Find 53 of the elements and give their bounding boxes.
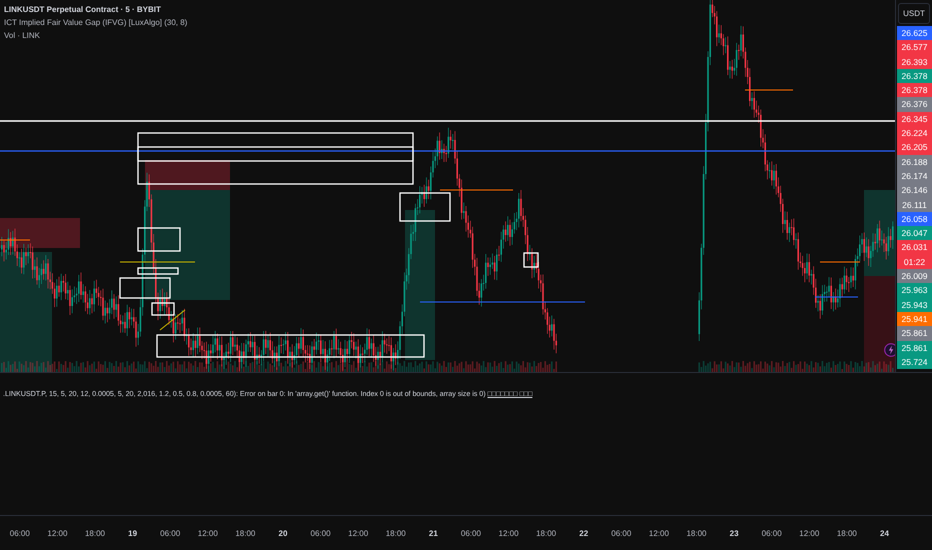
price-label: 25.724 bbox=[897, 354, 932, 370]
price-label: 25.963 bbox=[897, 283, 932, 298]
price-label: 26.047 bbox=[897, 226, 932, 240]
time-label: 06:00 bbox=[460, 528, 482, 538]
time-label: 18:00 bbox=[836, 528, 858, 538]
price-label: 26.625 bbox=[897, 26, 932, 40]
price-label: 26.376 bbox=[897, 97, 932, 112]
time-label: 06:00 bbox=[310, 528, 332, 538]
price-label: 26.009 bbox=[897, 269, 932, 284]
time-label: 06:00 bbox=[610, 528, 632, 538]
indicator-title: Vol · LINK bbox=[4, 31, 42, 41]
price-label: 25.941 bbox=[897, 312, 932, 326]
time-label: 18:00 bbox=[535, 528, 558, 538]
price-label: 26.174 bbox=[897, 168, 932, 184]
time-label: 12:00 bbox=[498, 528, 520, 538]
price-label: 25.861 bbox=[897, 326, 932, 341]
time-label: 19 bbox=[127, 528, 138, 538]
time-label: 12:00 bbox=[196, 528, 219, 538]
price-label: 26.188 bbox=[897, 154, 932, 169]
time-label: 18:00 bbox=[234, 528, 256, 538]
indicator-title: ICT Implied Fair Value Gap (IFVG) [LuxAlgo] (30, 8) bbox=[4, 18, 188, 28]
price-label: 26.378 bbox=[897, 83, 932, 98]
time-label: 18:00 bbox=[84, 528, 106, 538]
time-label: 06:00 bbox=[8, 528, 31, 538]
time-label: 18:00 bbox=[384, 528, 407, 538]
price-label: 26.146 bbox=[897, 183, 932, 198]
price-label: 26.393 bbox=[897, 54, 932, 69]
price-label: 25.861 bbox=[897, 340, 932, 355]
time-label: 12:00 bbox=[347, 528, 370, 538]
price-label: 25.943 bbox=[897, 298, 932, 312]
currency-button[interactable]: USDT bbox=[898, 3, 930, 24]
time-label: 12:00 bbox=[46, 528, 68, 538]
time-label: 12:00 bbox=[648, 528, 670, 538]
time-label: 23 bbox=[728, 528, 740, 538]
time-label: 21 bbox=[428, 528, 439, 538]
price-label: 26.345 bbox=[897, 112, 932, 126]
price-label: 26.031 bbox=[900, 241, 928, 254]
time-label: 18:00 bbox=[685, 528, 708, 538]
countdown-timer: 01:22 bbox=[902, 256, 926, 269]
time-label: 24 bbox=[879, 528, 890, 538]
symbol-title: LINKUSDT Perpetual Contract · 5 · BYBIT bbox=[4, 5, 162, 15]
time-label: 22 bbox=[578, 528, 590, 538]
price-label: 26.111 bbox=[897, 198, 932, 212]
price-label: 26.577 bbox=[897, 40, 932, 55]
price-label: 26.224 bbox=[897, 126, 932, 140]
time-label: 20 bbox=[278, 528, 288, 538]
time-label: 06:00 bbox=[159, 528, 182, 538]
price-label: 26.378 bbox=[897, 68, 932, 84]
price-label: 26.058 bbox=[897, 212, 932, 226]
time-label: 06:00 bbox=[760, 528, 783, 538]
time-label: 12:00 bbox=[798, 528, 820, 538]
price-label: 26.205 bbox=[897, 140, 932, 155]
lightning-icon[interactable] bbox=[884, 343, 895, 357]
